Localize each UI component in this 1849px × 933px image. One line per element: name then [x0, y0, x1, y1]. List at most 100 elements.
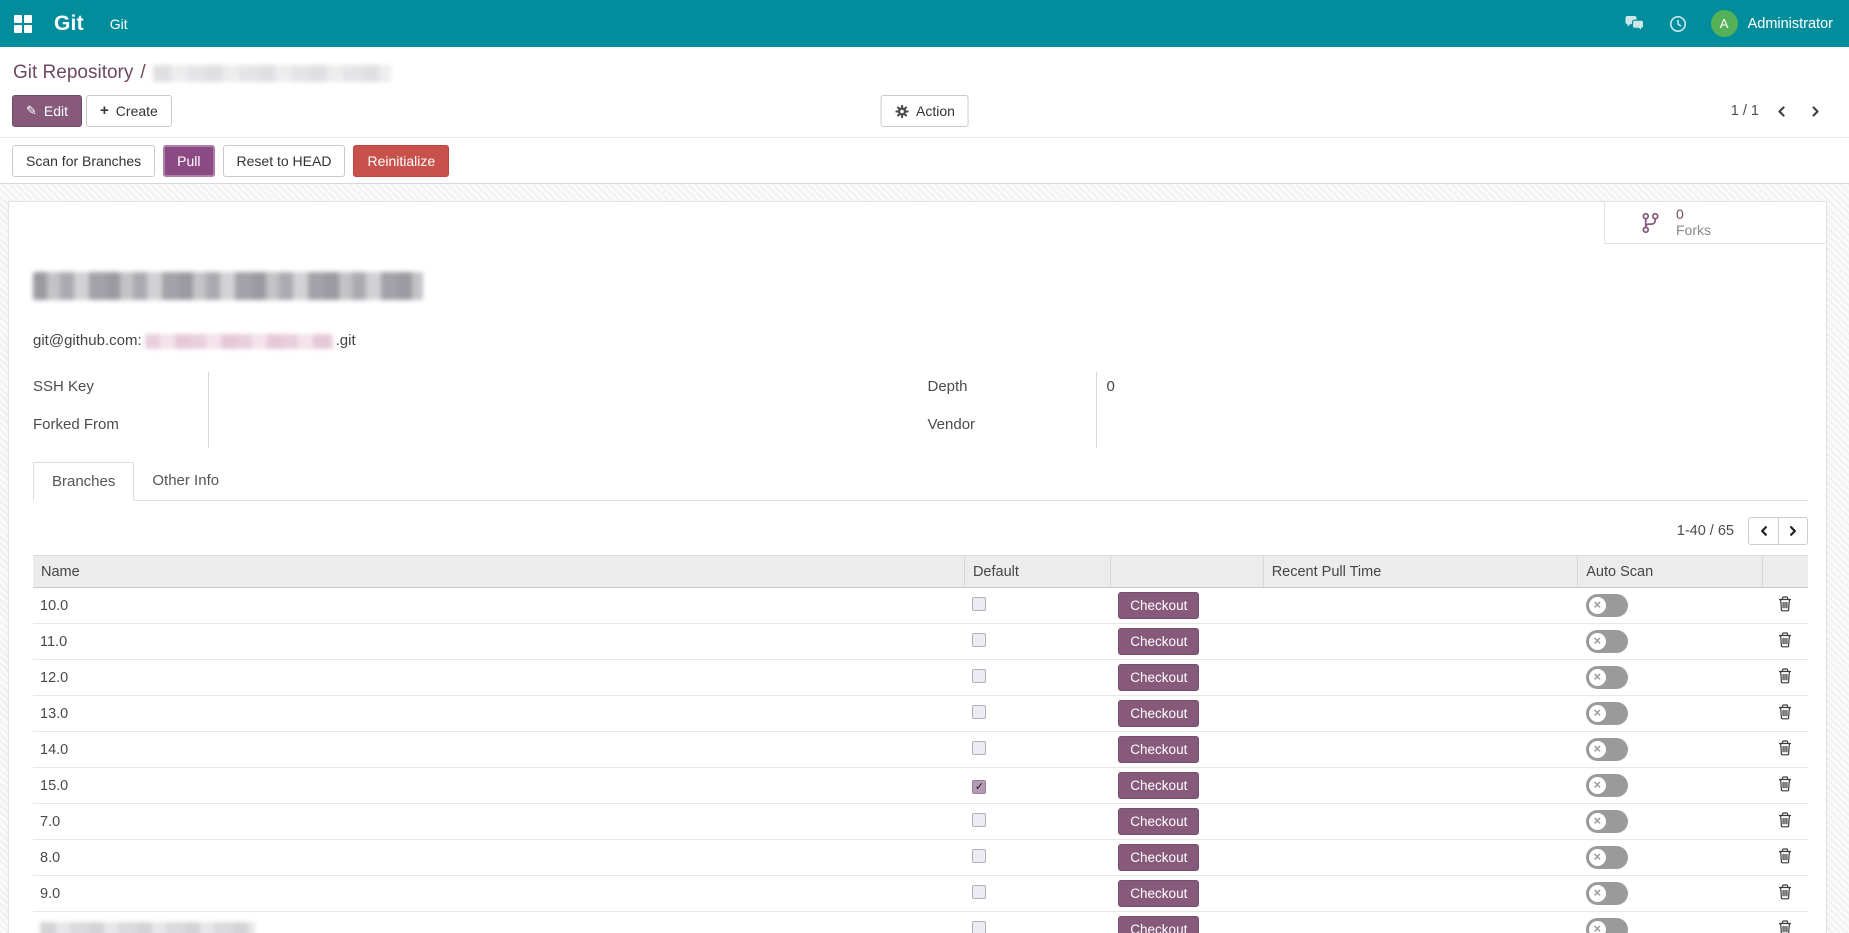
checkout-button[interactable]: Checkout — [1118, 628, 1199, 655]
column-header-recent-pull-time[interactable]: Recent Pull Time — [1263, 556, 1578, 588]
branch-name-cell[interactable]: 7.0 — [33, 804, 964, 840]
branch-name-cell[interactable]: 12.0 — [33, 660, 964, 696]
action-button[interactable]: Action — [880, 95, 969, 127]
tab-branches[interactable]: Branches — [33, 462, 134, 501]
trash-icon[interactable] — [1778, 884, 1792, 900]
column-header-auto-scan[interactable]: Auto Scan — [1578, 556, 1763, 588]
table-row[interactable]: 11.0 Checkout × — [33, 624, 1808, 660]
table-row[interactable]: Checkout × — [33, 912, 1808, 933]
branch-name-cell[interactable]: 8.0 — [33, 840, 964, 876]
checkout-button[interactable]: Checkout — [1118, 916, 1199, 933]
branches-table: Name Default Recent Pull Time Auto Scan … — [33, 555, 1808, 933]
auto-scan-toggle[interactable]: × — [1586, 702, 1628, 725]
apps-menu-icon[interactable] — [14, 15, 32, 33]
create-button[interactable]: + Create — [86, 95, 172, 127]
auto-scan-toggle[interactable]: × — [1586, 630, 1628, 653]
branch-name-cell[interactable]: 10.0 — [33, 588, 964, 624]
messages-icon[interactable] — [1624, 15, 1645, 32]
trash-icon[interactable] — [1778, 740, 1792, 756]
trash-icon[interactable] — [1778, 596, 1792, 612]
default-checkbox[interactable] — [972, 741, 986, 755]
reinitialize-button[interactable]: Reinitialize — [353, 145, 449, 177]
checkout-button[interactable]: Checkout — [1118, 736, 1199, 763]
branch-name-cell[interactable]: 15.0 — [33, 768, 964, 804]
table-row[interactable]: 8.0 Checkout × — [33, 840, 1808, 876]
branch-name-cell[interactable]: 9.0 — [33, 876, 964, 912]
trash-icon[interactable] — [1778, 848, 1792, 864]
record-pager-next-button[interactable] — [1803, 99, 1827, 123]
table-row[interactable]: 13.0 Checkout × — [33, 696, 1808, 732]
default-checkbox[interactable] — [972, 597, 986, 611]
record-pager-previous-button[interactable] — [1769, 99, 1793, 123]
auto-scan-toggle[interactable]: × — [1586, 594, 1628, 617]
trash-icon[interactable] — [1778, 704, 1792, 720]
default-checkbox[interactable] — [972, 849, 986, 863]
default-checkbox[interactable]: ✓ — [972, 780, 986, 794]
recent-pull-time-cell — [1263, 768, 1578, 804]
checkout-cell: Checkout — [1110, 732, 1263, 768]
checkout-button[interactable]: Checkout — [1118, 880, 1199, 907]
checkout-button[interactable]: Checkout — [1118, 664, 1199, 691]
branch-name-cell[interactable]: 14.0 — [33, 732, 964, 768]
delete-cell — [1762, 696, 1808, 732]
forks-stat-button[interactable]: 0 Forks — [1604, 202, 1826, 244]
vendor-value — [1097, 410, 1107, 448]
trash-icon[interactable] — [1778, 632, 1792, 648]
create-button-label: Create — [116, 103, 158, 119]
table-row[interactable]: 12.0 Checkout × — [33, 660, 1808, 696]
default-checkbox[interactable] — [972, 813, 986, 827]
default-checkbox[interactable] — [972, 669, 986, 683]
checkout-button[interactable]: Checkout — [1118, 772, 1199, 799]
edit-button-label: Edit — [44, 103, 68, 119]
table-row[interactable]: 15.0 ✓ Checkout × — [33, 768, 1808, 804]
reset-to-head-button[interactable]: Reset to HEAD — [223, 145, 346, 177]
default-checkbox[interactable] — [972, 921, 986, 933]
trash-icon[interactable] — [1778, 776, 1792, 792]
auto-scan-toggle[interactable]: × — [1586, 738, 1628, 761]
delete-cell — [1762, 732, 1808, 768]
table-row[interactable]: 9.0 Checkout × — [33, 876, 1808, 912]
list-pager-next-button[interactable] — [1778, 517, 1808, 545]
scan-for-branches-button[interactable]: Scan for Branches — [12, 145, 155, 177]
auto-scan-toggle[interactable]: × — [1586, 846, 1628, 869]
column-header-default[interactable]: Default — [964, 556, 1110, 588]
checkout-button[interactable]: Checkout — [1118, 844, 1199, 871]
user-menu[interactable]: A Administrator — [1711, 10, 1833, 37]
trash-icon[interactable] — [1778, 920, 1792, 933]
auto-scan-toggle[interactable]: × — [1586, 666, 1628, 689]
statusbar: Scan for Branches Pull Reset to HEAD Rei… — [0, 137, 1849, 184]
branch-table-body: 10.0Checkout×11.0Checkout×12.0Checkout×1… — [33, 588, 1808, 933]
activities-clock-icon[interactable] — [1669, 15, 1687, 33]
column-header-name[interactable]: Name — [33, 556, 964, 588]
menu-item-git[interactable]: Git — [106, 10, 132, 38]
edit-button[interactable]: ✎ Edit — [12, 95, 82, 127]
default-checkbox[interactable] — [972, 885, 986, 899]
default-checkbox[interactable] — [972, 633, 986, 647]
table-row[interactable]: 14.0 Checkout × — [33, 732, 1808, 768]
auto-scan-toggle[interactable]: × — [1586, 918, 1628, 933]
breadcrumb-link[interactable]: Git Repository — [13, 60, 133, 86]
checkout-button[interactable]: Checkout — [1118, 592, 1199, 619]
form-view-background: 0 Forks git@github.com:.git SSH Key Fork… — [0, 184, 1849, 933]
list-pager-previous-button[interactable] — [1748, 517, 1778, 545]
column-header-checkout — [1110, 556, 1263, 588]
auto-scan-toggle[interactable]: × — [1586, 810, 1628, 833]
checkout-button[interactable]: Checkout — [1118, 700, 1199, 727]
table-row[interactable]: 7.0 Checkout × — [33, 804, 1808, 840]
checkout-cell: Checkout — [1110, 588, 1263, 624]
pull-button[interactable]: Pull — [163, 145, 214, 177]
toggle-off-x-icon: × — [1589, 813, 1606, 830]
forks-count: 0 — [1676, 207, 1711, 222]
checkout-button[interactable]: Checkout — [1118, 808, 1199, 835]
branch-name-cell[interactable] — [33, 912, 964, 933]
table-row[interactable]: 10.0 Checkout × — [33, 588, 1808, 624]
auto-scan-toggle[interactable]: × — [1586, 774, 1628, 797]
tab-other-info[interactable]: Other Info — [134, 462, 237, 500]
branch-name-cell[interactable]: 13.0 — [33, 696, 964, 732]
default-cell — [964, 588, 1110, 624]
trash-icon[interactable] — [1778, 812, 1792, 828]
auto-scan-toggle[interactable]: × — [1586, 882, 1628, 905]
default-checkbox[interactable] — [972, 705, 986, 719]
branch-name-cell[interactable]: 11.0 — [33, 624, 964, 660]
trash-icon[interactable] — [1778, 668, 1792, 684]
